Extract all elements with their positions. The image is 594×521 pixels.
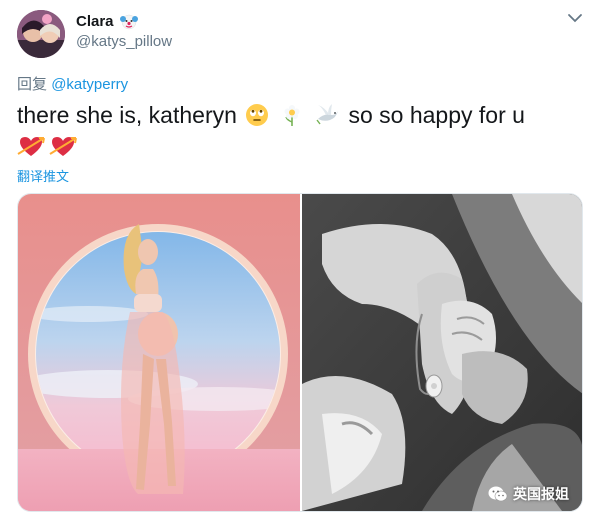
- display-name[interactable]: Clara: [76, 13, 114, 30]
- chevron-down-icon[interactable]: [567, 12, 583, 24]
- avatar-image: [17, 10, 65, 58]
- reply-prefix: 回复: [17, 76, 48, 93]
- reply-mention-link[interactable]: @katyperry: [51, 76, 128, 93]
- blossom-icon: [284, 105, 300, 126]
- media-grid: [17, 193, 583, 512]
- avatar[interactable]: [17, 10, 65, 58]
- heart-with-arrow-icon: [17, 137, 45, 156]
- watermark-text: 英国报姐: [513, 486, 569, 502]
- tweet-text: there she is, katheryn so so happy for u: [17, 100, 577, 131]
- tweet-text-end: so so happy for u: [348, 102, 525, 128]
- photo-left[interactable]: [18, 194, 300, 511]
- dove-icon: [316, 104, 339, 125]
- pregnant-woman-photo: [18, 194, 300, 511]
- wechat-icon: [488, 486, 508, 502]
- user-handle[interactable]: @katys_pillow: [76, 33, 172, 50]
- name-row: Clara: [76, 12, 138, 30]
- reply-context: 回复 @katyperry: [17, 73, 128, 94]
- tweet-card: Clara @katys_pillow 回复 @katyperry there …: [0, 0, 594, 521]
- translate-tweet-link[interactable]: 翻译推文: [17, 166, 69, 185]
- baby-hand-photo: [302, 194, 582, 511]
- tweet-emoji-line: [17, 134, 78, 163]
- rolling-eyes-face-icon: [246, 104, 269, 126]
- heart-with-arrow-icon: [49, 137, 78, 156]
- watermark: 英国报姐: [488, 484, 569, 504]
- photo-right[interactable]: [302, 194, 582, 511]
- tweet-text-main: there she is, katheryn: [17, 102, 237, 128]
- clown-face-icon: [119, 14, 138, 30]
